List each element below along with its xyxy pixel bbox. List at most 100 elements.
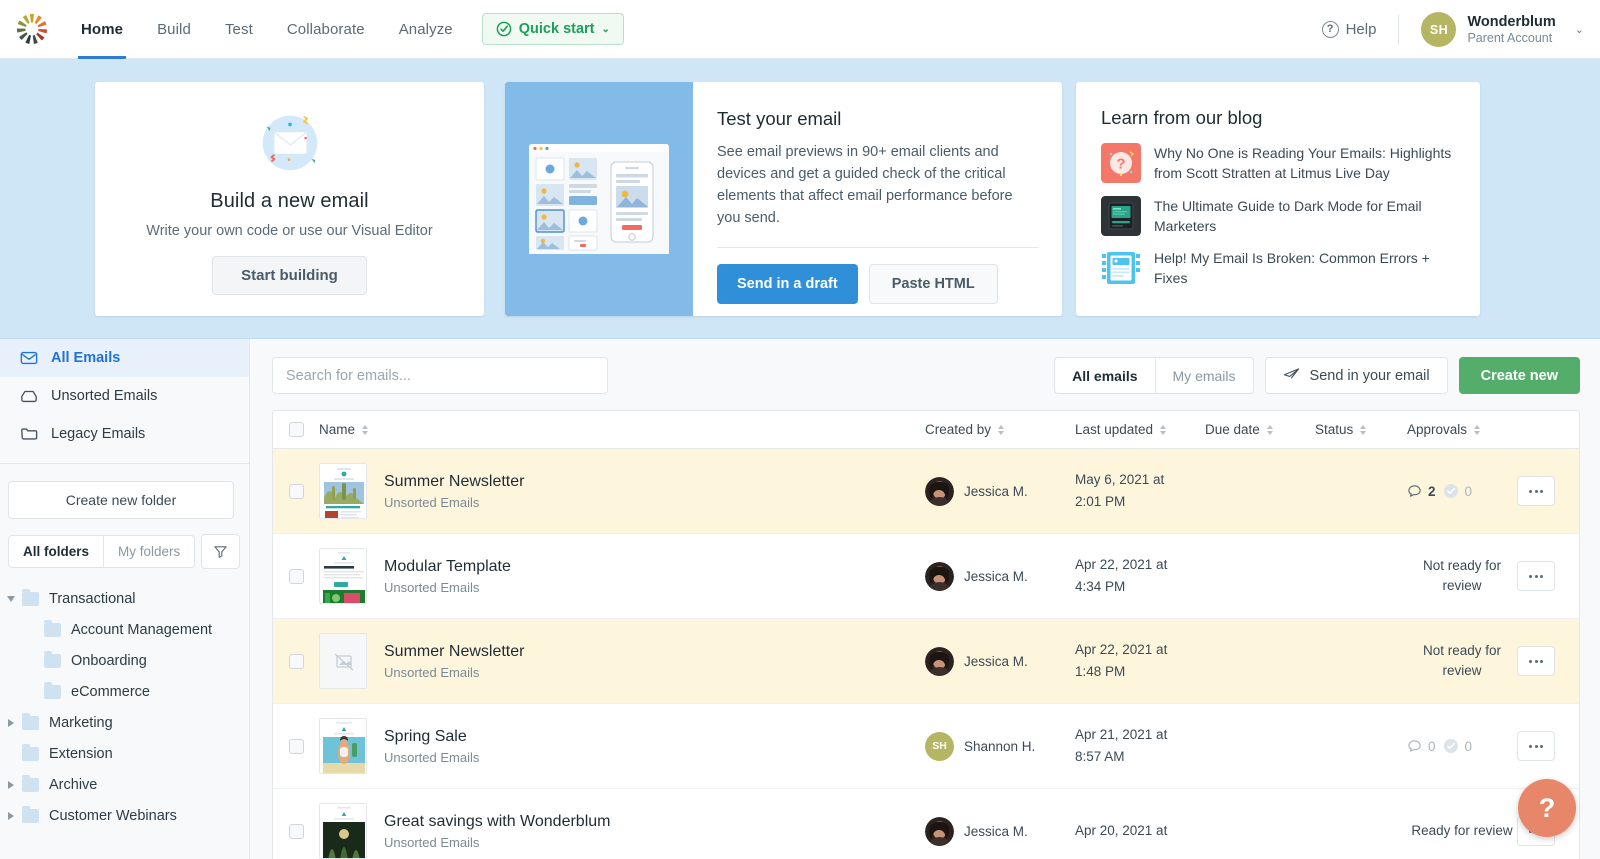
dark-mode-device-icon (1101, 195, 1141, 236)
tree-item-transactional[interactable]: Transactional (0, 583, 249, 614)
svg-text:?: ? (1116, 156, 1125, 173)
nav-item-collaborate[interactable]: Collaborate (270, 0, 382, 59)
row-checkbox[interactable] (288, 483, 304, 499)
left-sidebar: All Emails Unsorted Emails Legacy Emails… (0, 339, 250, 859)
blog-post-item[interactable]: Help! My Email Is Broken: Common Errors … (1101, 248, 1456, 289)
email-name[interactable]: Modular Template (384, 558, 511, 576)
tree-item-archive[interactable]: Archive (0, 769, 249, 800)
row-last-updated-cell: Apr 21, 2021 at 8:57 AM (1075, 724, 1205, 767)
modular-template-thumb[interactable] (319, 548, 367, 604)
column-header-status[interactable]: Status (1315, 422, 1407, 437)
search-input[interactable] (272, 357, 608, 394)
expand-toggle[interactable] (0, 780, 22, 789)
email-name[interactable]: Great savings with Wonderblum (384, 813, 610, 831)
table-row[interactable]: Spring Sale Unsorted Emails SH Shannon H… (273, 704, 1579, 789)
tree-item-customer-webinars[interactable]: Customer Webinars (0, 800, 249, 831)
paste-html-button[interactable]: Paste HTML (868, 264, 998, 305)
row-created-by-cell: Jessica M. (925, 646, 1075, 676)
tree-item-onboarding[interactable]: Onboarding (0, 645, 249, 676)
test-your-email-card: Test your email See email previews in 90… (505, 82, 1062, 316)
row-more-menu-button[interactable] (1517, 561, 1555, 591)
send-in-a-draft-button[interactable]: Send in a draft (717, 264, 858, 305)
nav-item-analyze-label: Analyze (398, 20, 453, 38)
start-building-button[interactable]: Start building (212, 255, 367, 295)
help-button[interactable]: ? Help (1321, 21, 1399, 38)
comments-count[interactable]: 0 (1407, 739, 1436, 754)
column-header-name[interactable]: Name (319, 422, 925, 437)
nav-item-analyze[interactable]: Analyze (382, 0, 470, 59)
caret-right-icon (8, 718, 14, 727)
cactus-newsletter-thumb[interactable] (319, 463, 367, 519)
nav-item-test[interactable]: Test (208, 0, 270, 59)
sort-icon (1360, 424, 1367, 435)
send-in-your-email-button[interactable]: Send in your email (1264, 357, 1448, 394)
row-checkbox[interactable] (288, 738, 304, 754)
tree-item-account-management[interactable]: Account Management (0, 614, 249, 645)
sidebar-item-all-emails[interactable]: All Emails (0, 339, 249, 377)
all-emails-tab[interactable]: All emails (1055, 358, 1154, 393)
all-folders-tab[interactable]: All folders (9, 536, 104, 567)
sidebar-item-legacy-emails[interactable]: Legacy Emails (0, 415, 249, 453)
expand-toggle[interactable] (0, 718, 22, 727)
row-checkbox[interactable] (288, 568, 304, 584)
table-row[interactable]: Modular Template Unsorted Emails Jessica… (273, 534, 1579, 619)
savings-thumb[interactable] (319, 803, 367, 859)
app-logo[interactable] (0, 12, 64, 46)
row-more-menu-button[interactable] (1517, 646, 1555, 676)
table-row[interactable]: Great savings with Wonderblum Unsorted E… (273, 789, 1579, 859)
create-new-button[interactable]: Create new (1458, 357, 1580, 394)
comments-count[interactable]: 2 (1407, 484, 1436, 499)
spring-sale-thumb[interactable] (319, 718, 367, 774)
check-circle-icon (1443, 484, 1458, 498)
row-checkbox[interactable] (288, 653, 304, 669)
select-all-checkbox[interactable] (288, 422, 304, 437)
blog-post-item[interactable]: ? Why No One is Reading Your Emails: Hig… (1101, 143, 1456, 184)
check-circle-icon (496, 21, 512, 37)
create-new-folder-button[interactable]: Create new folder (8, 481, 234, 519)
no-preview-thumb[interactable] (319, 633, 367, 689)
tree-item-marketing[interactable]: Marketing (0, 707, 249, 738)
primary-nav-items: Home Build Test Collaborate Analyze Quic… (64, 0, 624, 59)
email-name[interactable]: Spring Sale (384, 728, 479, 746)
row-approvals-cell: 2 0 (1407, 483, 1517, 499)
sort-icon (998, 424, 1005, 435)
email-name[interactable]: Summer Newsletter (384, 643, 524, 661)
expand-toggle[interactable] (0, 811, 22, 820)
approvals-count[interactable]: 0 (1443, 483, 1472, 499)
tree-item-label: Extension (49, 745, 113, 762)
column-header-due-date[interactable]: Due date (1205, 422, 1315, 437)
my-emails-tab[interactable]: My emails (1156, 358, 1253, 393)
expand-toggle[interactable] (0, 595, 22, 602)
quick-start-label: Quick start (518, 21, 595, 37)
quick-start-button[interactable]: Quick start ⌄ (481, 13, 624, 45)
row-more-menu-button[interactable] (1517, 476, 1555, 506)
my-folders-tab[interactable]: My folders (104, 536, 195, 567)
updated-date: Apr 22, 2021 at (1075, 557, 1168, 573)
row-checkbox[interactable] (288, 823, 304, 839)
table-row[interactable]: Summer Newsletter Unsorted Emails Jessic… (273, 449, 1579, 534)
row-created-by-cell: Jessica M. (925, 561, 1075, 591)
email-preview-illustration (529, 144, 669, 254)
nav-item-home[interactable]: Home (64, 0, 140, 59)
approvals-count[interactable]: 0 (1443, 738, 1472, 754)
tree-item-ecommerce[interactable]: eCommerce (0, 676, 249, 707)
column-header-approvals[interactable]: Approvals (1407, 422, 1517, 437)
table-row[interactable]: Summer Newsletter Unsorted Emails Jessic… (273, 619, 1579, 704)
column-header-last-updated[interactable]: Last updated (1075, 422, 1205, 437)
top-navigation-bar: Home Build Test Collaborate Analyze Quic… (0, 0, 1600, 59)
folder-filter-button[interactable] (201, 534, 241, 569)
tree-item-extension[interactable]: Extension (0, 738, 249, 769)
nav-item-build[interactable]: Build (140, 0, 208, 59)
email-name[interactable]: Summer Newsletter (384, 473, 524, 491)
updated-time: 2:01 PM (1075, 494, 1126, 509)
account-menu[interactable]: SH Wonderblum Parent Account ⌄ (1399, 12, 1584, 47)
account-subtitle: Parent Account (1467, 30, 1553, 45)
row-more-menu-button[interactable] (1517, 731, 1555, 761)
blog-post-item[interactable]: The Ultimate Guide to Dark Mode for Emai… (1101, 195, 1456, 237)
nav-item-collaborate-label: Collaborate (286, 20, 365, 38)
column-header-created-by[interactable]: Created by (925, 422, 1075, 437)
sidebar-item-unsorted-emails[interactable]: Unsorted Emails (0, 377, 249, 415)
help-fab-icon[interactable]: ? (1518, 779, 1576, 837)
folder-scope-toggle-row: All folders My folders (8, 534, 249, 569)
avatar (925, 561, 954, 591)
